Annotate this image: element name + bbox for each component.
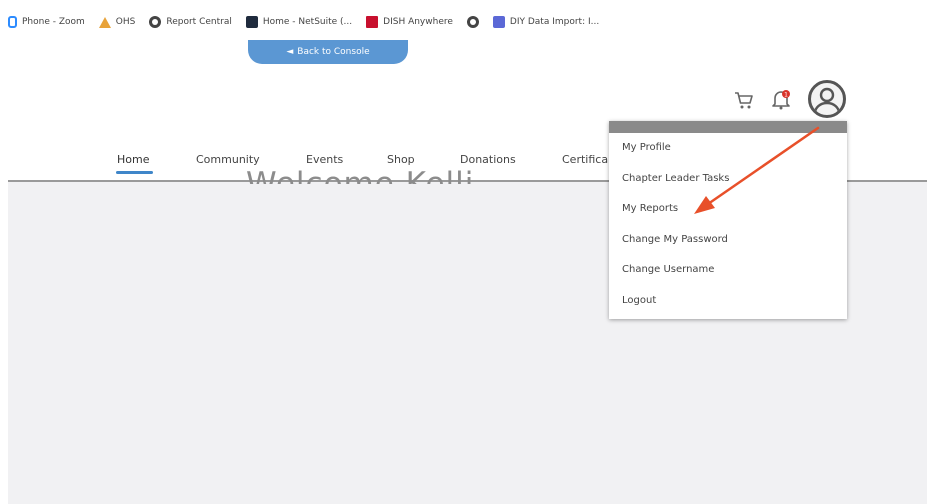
profile-dropdown-menu: My Profile Chapter Leader Tasks My Repor… (609, 121, 847, 319)
globe-icon (466, 16, 479, 28)
bookmark-label: DIY Data Import: I... (509, 17, 600, 27)
menu-item-my-profile[interactable]: My Profile (609, 133, 847, 164)
bookmarks-bar: Phone - Zoom OHS Report Central Home - N… (0, 0, 927, 44)
bookmark-label: OHS (115, 17, 136, 27)
notification-bell-icon[interactable]: 1 (770, 88, 792, 110)
dish-icon (366, 16, 379, 28)
back-arrow-icon: ◄ (286, 47, 294, 57)
menu-item-change-username[interactable]: Change Username (609, 255, 847, 286)
menu-item-logout[interactable]: Logout (609, 286, 847, 317)
bookmark-ohs[interactable]: OHS (98, 16, 136, 28)
nav-home[interactable]: Home (117, 153, 149, 166)
welcome-heading: Welcome Kelli (246, 166, 475, 184)
profile-avatar-button[interactable] (808, 80, 846, 118)
bookmark-globe[interactable] (466, 16, 479, 28)
bookmark-label: Phone - Zoom (22, 17, 85, 27)
globe-icon (149, 16, 162, 28)
bookmark-zoom[interactable]: Phone - Zoom (8, 16, 85, 28)
back-to-console-button[interactable]: ◄ Back to Console (248, 40, 408, 64)
diy-icon (492, 16, 505, 28)
bookmark-report-central[interactable]: Report Central (149, 16, 232, 28)
user-icon (813, 87, 841, 114)
cart-icon[interactable] (734, 90, 754, 110)
bookmark-diy[interactable]: DIY Data Import: I... (492, 16, 600, 28)
bookmark-label: DISH Anywhere (383, 17, 453, 27)
bookmark-label: Report Central (166, 17, 232, 27)
bookmark-dish[interactable]: DISH Anywhere (366, 16, 453, 28)
dropdown-header-bar (609, 121, 847, 133)
back-to-console-label: Back to Console (297, 47, 370, 57)
notification-count: 1 (784, 92, 788, 99)
netsuite-icon (245, 16, 258, 28)
menu-item-chapter-leader-tasks[interactable]: Chapter Leader Tasks (609, 164, 847, 195)
zoom-icon (8, 16, 17, 28)
ohs-icon (98, 16, 111, 28)
menu-item-my-reports[interactable]: My Reports (609, 194, 847, 225)
nav-active-indicator (116, 171, 153, 174)
menu-item-change-password[interactable]: Change My Password (609, 225, 847, 256)
bookmark-netsuite[interactable]: Home - NetSuite (... (245, 16, 353, 28)
bookmark-label: Home - NetSuite (... (262, 17, 353, 27)
